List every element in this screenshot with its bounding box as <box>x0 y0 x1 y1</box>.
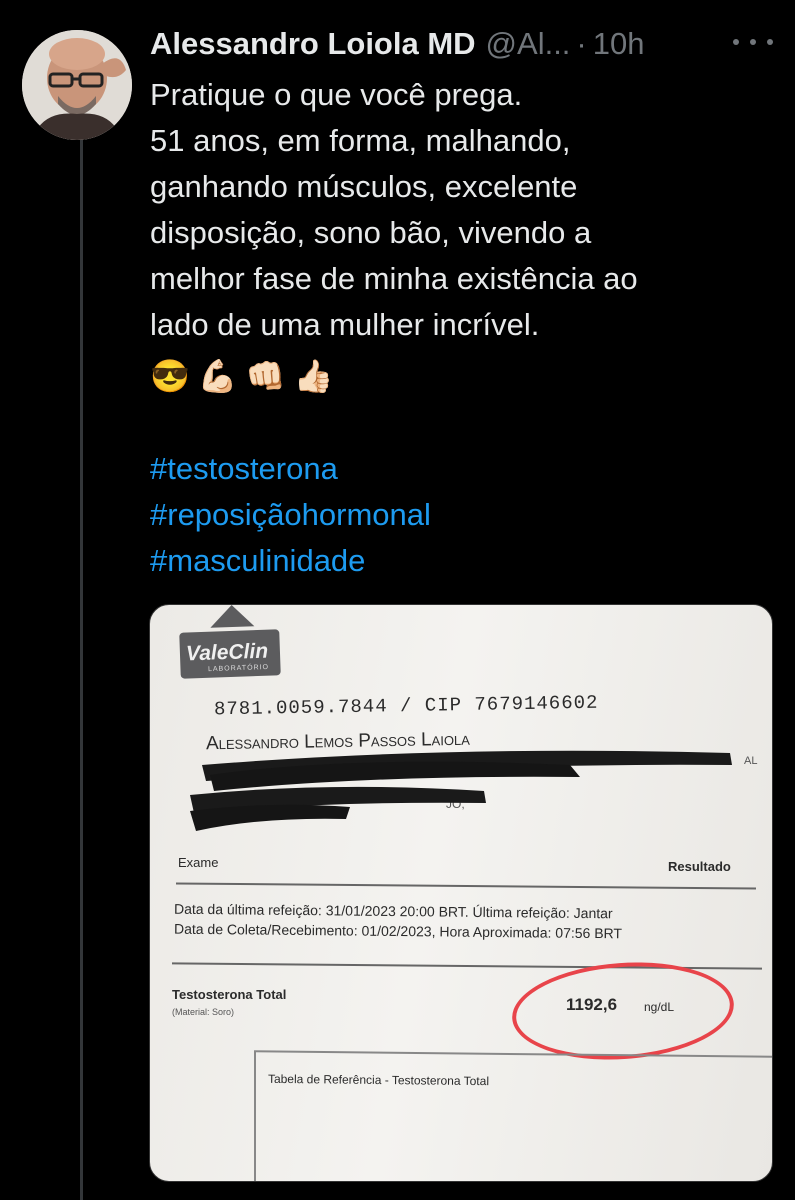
fist-emoji: 👊🏻 <box>245 358 286 394</box>
hashtag-link[interactable]: #testosterona <box>150 446 431 492</box>
sunglasses-emoji: 😎 <box>150 358 190 394</box>
hashtag-list: #testosterona #reposiçãohormonal #mascul… <box>150 446 431 584</box>
red-highlight-circle <box>508 955 738 1067</box>
author-handle[interactable]: @Al... <box>486 26 571 62</box>
test-name: Testosterona Total <box>172 987 287 1002</box>
tweet-text-line: Pratique o que você prega. <box>150 77 523 112</box>
thumbs-up-emoji: 👍🏻 <box>293 358 334 394</box>
tweet-text-line: melhor fase de minha existência ao <box>150 261 638 296</box>
tweet-timestamp[interactable]: 10h <box>593 26 645 62</box>
author-avatar[interactable] <box>22 30 132 140</box>
author-name[interactable]: Alessandro Loiola MD <box>150 26 476 62</box>
tweet-text-line: disposição, sono bão, vivendo a <box>150 215 592 250</box>
more-dot <box>750 39 756 45</box>
column-header-exam: Exame <box>178 855 219 870</box>
separator-dot: · <box>576 26 587 61</box>
more-dot <box>767 39 773 45</box>
tweet-text-line: lado de uma mulher incrível. <box>150 307 540 342</box>
flexed-biceps-emoji: 💪🏻 <box>197 358 238 394</box>
collection-line: Data de Coleta/Recebimento: 01/02/2023, … <box>173 920 623 942</box>
emoji-row: 😎 💪🏻 👊🏻 👍🏻 <box>150 352 333 400</box>
tweet-text-line: 51 anos, em forma, malhando, <box>150 123 571 158</box>
more-options-icon[interactable] <box>733 30 773 54</box>
divider <box>176 882 756 890</box>
table-border <box>254 1051 256 1181</box>
hashtag-link[interactable]: #masculinidade <box>150 538 431 584</box>
avatar-photo <box>22 30 132 140</box>
table-border <box>254 1050 772 1058</box>
tweet-header: Alessandro Loiola MD @Al... · 10h <box>150 22 644 66</box>
tweet-text-line: ganhando músculos, excelente <box>150 169 578 204</box>
redaction-scribble <box>190 750 732 831</box>
column-header-result: Resultado <box>668 859 731 874</box>
last-meal-line: Data da última refeição: 31/01/2023 20:0… <box>173 900 613 922</box>
thread-line <box>80 140 83 1200</box>
tweet-text: Pratique o que você prega. 51 anos, em f… <box>150 72 770 348</box>
reference-table-title: Tabela de Referência - Testosterona Tota… <box>267 1071 490 1089</box>
material-note: (Material: Soro) <box>172 1007 235 1017</box>
attached-photo[interactable]: ValeClin LABORATÓRIO 8781.0059.7844 / CI… <box>149 604 773 1182</box>
hashtag-link[interactable]: #reposiçãohormonal <box>150 492 431 538</box>
more-dot <box>733 39 739 45</box>
